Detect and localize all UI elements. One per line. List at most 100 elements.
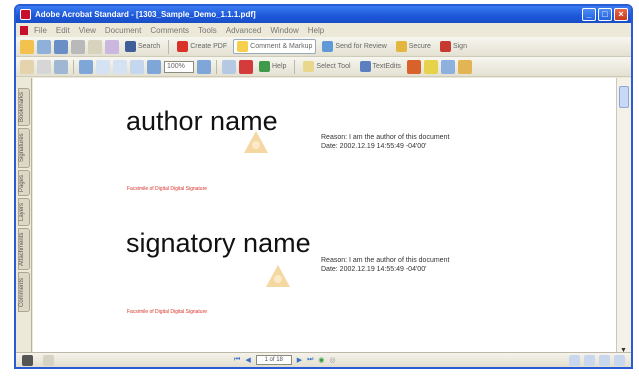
search-label: Search (138, 43, 161, 50)
close-button[interactable]: × (614, 8, 628, 21)
document-view[interactable]: author name Reason: I am the author of t… (33, 78, 618, 356)
author-name-text: author name (126, 106, 278, 136)
menu-advanced[interactable]: Advanced (226, 26, 262, 35)
pen-icon (439, 41, 451, 52)
text-edits-label: TextEdits (372, 63, 401, 70)
actual-size-icon[interactable] (96, 59, 110, 74)
menu-window[interactable]: Window (270, 26, 298, 35)
organizer-icon[interactable] (37, 39, 51, 54)
comment-markup-button[interactable]: Comment & Markup (233, 39, 317, 54)
fit-page-icon[interactable] (113, 59, 127, 74)
heart-icon[interactable] (239, 59, 253, 74)
menu-edit[interactable]: Edit (56, 26, 70, 35)
tab-pages[interactable]: Pages (18, 170, 30, 196)
certificate-watermark-icon (265, 264, 291, 288)
edit-icon[interactable] (105, 39, 119, 54)
first-page-icon[interactable]: ⏮ (234, 356, 240, 364)
sign-label: Sign (452, 43, 467, 50)
menu-bar: File Edit View Document Comments Tools A… (16, 23, 631, 37)
signatory-date-text: Date: 2002.12.19 14:55:49 -04'00' (321, 266, 427, 273)
page-number-field[interactable]: 1 of 18 (255, 355, 292, 365)
toolbar-separator (73, 59, 74, 74)
secure-label: Secure (408, 43, 431, 50)
lock-icon (395, 41, 407, 52)
navigation-pane: Bookmarks Signatures Pages Layers Attach… (16, 78, 32, 356)
help-icon (259, 61, 270, 72)
zoom-level-field[interactable]: 100% (164, 60, 194, 73)
attach-icon[interactable] (457, 59, 472, 74)
tab-layers[interactable]: Layers (18, 198, 30, 226)
tab-signatures[interactable]: Signatures (18, 128, 30, 168)
send-review-button[interactable]: Send for Review (319, 40, 389, 53)
create-pdf-button[interactable]: Create PDF (174, 40, 230, 53)
document-status-icon[interactable] (43, 354, 54, 366)
zoom-in-plus-icon[interactable] (197, 59, 211, 74)
file-toolbar: Search Create PDF Comment & Markup Send … (16, 37, 631, 57)
menu-tools[interactable]: Tools (198, 26, 217, 35)
zoom-out-icon[interactable] (147, 59, 161, 74)
select-tool-button[interactable]: Select Tool (300, 60, 353, 73)
previous-page-icon[interactable]: ◀ (245, 356, 250, 364)
page-navigation: ⏮ ◀ 1 of 18 ▶ ⏭ ◉ ◎ (234, 355, 336, 365)
author-signature-details: Reason: I am the author of this document… (321, 133, 449, 151)
text-edits-button[interactable]: TextEdits (357, 60, 404, 73)
search-button[interactable]: Search (122, 40, 163, 53)
minimize-button[interactable]: _ (582, 8, 596, 21)
open-folder-icon[interactable] (20, 39, 34, 54)
next-view-icon[interactable]: ◎ (330, 356, 336, 364)
comment-label: Comment & Markup (250, 43, 313, 50)
last-page-icon[interactable]: ⏭ (307, 356, 313, 364)
continuous-icon[interactable] (584, 355, 595, 366)
create-pdf-icon (177, 41, 189, 52)
text-select-icon (303, 61, 315, 72)
send-review-icon (322, 41, 334, 52)
next-page-icon[interactable]: ▶ (297, 356, 302, 364)
toolbar-separator (294, 59, 296, 74)
maximize-button[interactable]: □ (598, 8, 612, 21)
tab-comments[interactable]: Comments (18, 272, 30, 312)
snapshot-icon[interactable] (54, 59, 68, 74)
stamp-icon[interactable] (406, 59, 421, 74)
menu-document[interactable]: Document (105, 26, 141, 35)
select-arrow-icon[interactable] (37, 59, 51, 74)
menu-help[interactable]: Help (308, 26, 324, 35)
document-icon[interactable] (20, 25, 28, 35)
highlight-icon[interactable] (423, 59, 438, 74)
previous-view-icon[interactable]: ◉ (318, 356, 324, 364)
text-edits-icon (359, 61, 371, 72)
hand-tool-icon[interactable] (20, 59, 34, 74)
tab-attachments[interactable]: Attachments (18, 228, 30, 270)
save-icon[interactable] (54, 39, 68, 54)
author-facsimile-caption: Facsimile of Digital Digital Signature (127, 186, 208, 192)
lock-status-icon[interactable] (22, 354, 33, 366)
tab-bookmarks[interactable]: Bookmarks (18, 88, 30, 126)
single-page-icon[interactable] (569, 355, 580, 366)
acrobat-app-icon[interactable] (20, 9, 31, 20)
menu-file[interactable]: File (34, 26, 47, 35)
scrollbar-thumb[interactable] (619, 86, 629, 108)
author-date-text: Date: 2002.12.19 14:55:49 -04'00' (321, 143, 427, 150)
vertical-scrollbar[interactable]: ▼ (616, 78, 631, 356)
facing-icon[interactable] (599, 355, 610, 366)
signatory-name-text: signatory name (126, 228, 311, 258)
window-title: Adobe Acrobat Standard - [1303_Sample_De… (35, 10, 256, 19)
author-reason-text: Reason: I am the author of this document (321, 134, 450, 141)
print-icon[interactable] (71, 39, 85, 54)
window-controls: _ □ × (582, 8, 628, 21)
drawing-icon[interactable] (440, 59, 455, 74)
fit-width-icon[interactable] (130, 59, 144, 74)
continuous-facing-icon[interactable] (614, 355, 625, 366)
sign-button[interactable]: Sign (437, 40, 470, 53)
page-layout-controls (569, 355, 625, 366)
title-bar[interactable]: Adobe Acrobat Standard - [1303_Sample_De… (16, 6, 631, 23)
email-icon[interactable] (88, 39, 102, 54)
secure-button[interactable]: Secure (393, 40, 434, 53)
rotate-icon[interactable] (222, 59, 236, 74)
help-button[interactable]: Help (256, 60, 289, 73)
menu-view[interactable]: View (79, 26, 96, 35)
send-review-label: Send for Review (335, 43, 387, 50)
binoculars-icon (125, 41, 136, 52)
status-bar: ⏮ ◀ 1 of 18 ▶ ⏭ ◉ ◎ (16, 352, 631, 367)
menu-comments[interactable]: Comments (150, 26, 189, 35)
zoom-in-icon[interactable] (79, 59, 93, 74)
